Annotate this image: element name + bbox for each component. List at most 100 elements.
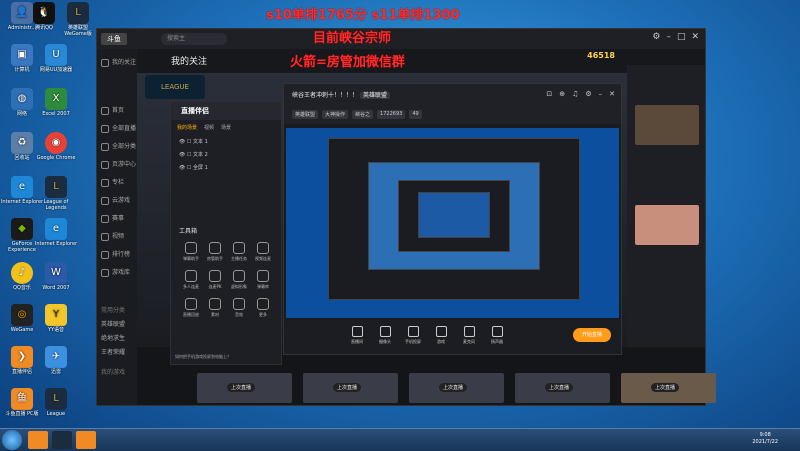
qq-icon: 🐧: [33, 2, 55, 24]
more-icon: [257, 298, 269, 310]
tab-video[interactable]: 视频: [204, 124, 214, 131]
tool-replay[interactable]: 直播回放: [179, 298, 203, 318]
cart-icon[interactable]: ⊡: [546, 90, 552, 98]
phone-cast-button[interactable]: 手机投屏: [400, 326, 426, 345]
desktop-icon-word[interactable]: W Word 2007: [34, 262, 78, 291]
taskbar-app-companion[interactable]: [76, 431, 96, 449]
recommend-thumb-2[interactable]: [635, 205, 699, 245]
minimize-icon[interactable]: –: [666, 32, 671, 42]
stream-preview[interactable]: [286, 128, 619, 318]
desktop-icon-wegame[interactable]: L 英雄联盟 WeGame版: [56, 2, 100, 37]
sidebar-item-video[interactable]: 视频: [101, 231, 124, 241]
library-icon: [101, 268, 109, 277]
desktop-icon-excel[interactable]: X Excel 2007: [34, 88, 78, 117]
room-button[interactable]: 直播间: [344, 326, 370, 345]
sidebar-item-cloudgame[interactable]: 云游戏: [101, 195, 130, 205]
desktop-icon-league[interactable]: L League of Legends: [34, 176, 78, 211]
lol-banner-logo[interactable]: LEAGUE: [145, 75, 205, 99]
close-icon[interactable]: ✕: [609, 90, 615, 98]
tab-scenes[interactable]: 我的场景: [177, 124, 197, 131]
taskbar-app-douyu[interactable]: [28, 431, 48, 449]
start-button[interactable]: [2, 430, 22, 450]
system-clock[interactable]: 9:08 2021/7/22: [752, 432, 778, 446]
help-link[interactable]: 如何把手机游戏投屏到电脑上？: [175, 354, 231, 360]
recommend-thumb-1[interactable]: [635, 105, 699, 145]
home-icon: [101, 106, 109, 115]
computer-icon: ▣: [11, 44, 33, 66]
tool-more[interactable]: 更多: [251, 298, 275, 318]
speaker-button[interactable]: 扬声器: [484, 326, 510, 345]
content-header: 我的关注: [137, 49, 705, 73]
companion-tabs: 我的场景 视频 场景: [171, 120, 281, 135]
desktop-icon-xunlei[interactable]: ✈ 迅雷: [34, 346, 78, 375]
tool-pk[interactable]: 连麦PK: [203, 270, 227, 290]
overlay-line-3: 火箭=房管加微信群: [290, 55, 405, 70]
search-input[interactable]: 搜索主: [161, 33, 227, 45]
tool-roommanager[interactable]: 房管助手: [203, 242, 227, 262]
mic-button[interactable]: 麦克风: [456, 326, 482, 345]
taskbar-app-league[interactable]: [52, 431, 72, 449]
recent-live-card[interactable]: 上次直播: [409, 373, 504, 403]
broadcast-header: 峡谷王者冲刺十！！！！ 英雄联盟 英雄联盟 大神操作 峡谷之 1722693 4…: [284, 84, 621, 124]
page-title: 我的关注: [171, 57, 208, 67]
tool-task[interactable]: 主播任务: [227, 242, 251, 262]
tool-danmu[interactable]: 弹幕助手: [179, 242, 203, 262]
sidebar-item-gamelib[interactable]: 游戏库: [101, 267, 130, 277]
scene-item[interactable]: 👁 ☐ 文本 2: [171, 148, 281, 161]
ranking-icon: [101, 250, 109, 259]
start-live-button[interactable]: 开始直播: [573, 328, 611, 342]
tool-sound[interactable]: 音效: [227, 298, 251, 318]
sidebar-item-home[interactable]: 首页: [101, 105, 124, 115]
sidebar-item-pubg[interactable]: 绝地求生: [101, 333, 125, 342]
desktop-icon-league-2[interactable]: L League: [34, 388, 78, 417]
sidebar-item-ranking[interactable]: 排行榜: [101, 249, 130, 259]
sidebar-item-column[interactable]: 专栏: [101, 177, 124, 187]
pk-icon: [209, 270, 221, 282]
sidebar-section-mygames: 我的游戏: [101, 369, 126, 376]
recent-live-card[interactable]: 上次直播: [621, 373, 716, 403]
tool-multilink[interactable]: 多人连麦: [179, 270, 203, 290]
desktop-icon-yy[interactable]: Y YY语音: [34, 304, 78, 333]
sidebar-item-events[interactable]: 赛事: [101, 213, 124, 223]
library-icon: [257, 270, 269, 282]
sidebar-item-all-live[interactable]: 全部直播: [101, 123, 136, 133]
sidebar-item-honor[interactable]: 王者荣耀: [101, 347, 125, 356]
tool-avatar[interactable]: 虚拟形象: [227, 270, 251, 290]
microphone-icon: [463, 326, 475, 337]
toolbox-title: 工具箱: [179, 228, 198, 235]
bell-icon[interactable]: ♫: [572, 90, 578, 98]
camera-button[interactable]: 摄像头: [372, 326, 398, 345]
desktop-icon-uu[interactable]: U 网易UU加速器: [34, 44, 78, 73]
broadcast-toolbar: 直播间 摄像头 手机投屏 游戏 麦克风 扬声器 开始直播: [284, 320, 621, 354]
sidebar-item-follow[interactable]: 我的关注: [101, 57, 136, 67]
minimize-icon[interactable]: –: [599, 90, 603, 98]
tool-material[interactable]: 素材: [203, 298, 227, 318]
stream-title[interactable]: 峡谷王者冲刺十！！！！ 英雄联盟: [292, 90, 390, 99]
lol-icon: L: [45, 388, 67, 410]
points-badge: 46518: [587, 51, 615, 60]
desktop-icon-ie-2[interactable]: e Internet Explorer: [34, 218, 78, 247]
tool-danmu-lib[interactable]: 弹幕库: [251, 270, 275, 290]
recent-live-card[interactable]: 上次直播: [515, 373, 610, 403]
sidebar-item-all-categories[interactable]: 全部分类: [101, 141, 136, 151]
main-sidebar: 我的关注 首页 全部直播 全部分类 页游中心 专栏 云游戏 赛事 视频 排行榜 …: [97, 49, 137, 405]
scene-item[interactable]: 👁 ☐ 文本 1: [171, 135, 281, 148]
recent-live-card[interactable]: 上次直播: [197, 373, 292, 403]
close-icon[interactable]: ✕: [691, 32, 699, 42]
sidebar-item-lol[interactable]: 英雄联盟: [101, 319, 125, 328]
tool-videolink[interactable]: 视频连麦: [251, 242, 275, 262]
settings-icon[interactable]: ⚙: [652, 32, 660, 42]
gift-icon[interactable]: ⊕: [559, 90, 565, 98]
sidebar-item-webgames[interactable]: 页游中心: [101, 159, 136, 169]
wegame-icon: ◎: [11, 304, 33, 326]
recent-live-card[interactable]: 上次直播: [303, 373, 398, 403]
desktop-icon-chrome[interactable]: ◉ Google Chrome: [34, 132, 78, 161]
settings-icon[interactable]: ⚙: [585, 90, 591, 98]
maximize-icon[interactable]: □: [677, 32, 686, 42]
tab-scene-2[interactable]: 场景: [221, 124, 231, 131]
main-titlebar: 斗鱼 搜索主 ⚙ – □ ✕: [97, 29, 705, 49]
qqmusic-icon: ♪: [11, 262, 33, 284]
desktop-icons: 👤 Administr... 🐧 腾讯QQ L 英雄联盟 WeGame版 ▣ 计…: [0, 0, 95, 425]
game-button[interactable]: 游戏: [428, 326, 454, 345]
scene-item[interactable]: 👁 ☐ 全屏 1: [171, 161, 281, 174]
